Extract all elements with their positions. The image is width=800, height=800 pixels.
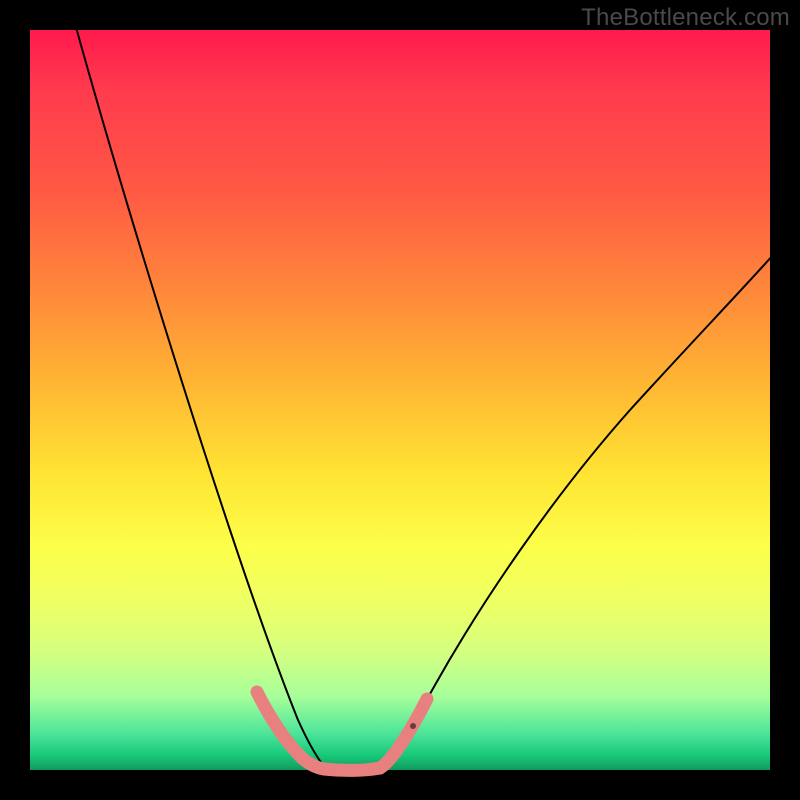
curve-right	[380, 254, 774, 765]
curve-left	[74, 20, 323, 765]
marker-right-cluster	[380, 699, 427, 768]
marker-floor-cluster	[324, 768, 380, 770]
watermark-text: TheBottleneck.com	[581, 4, 790, 32]
chart-svg	[30, 30, 770, 770]
plot-area	[30, 30, 770, 770]
outer-frame: TheBottleneck.com	[0, 0, 800, 800]
marker-tiny-dot	[410, 723, 416, 729]
